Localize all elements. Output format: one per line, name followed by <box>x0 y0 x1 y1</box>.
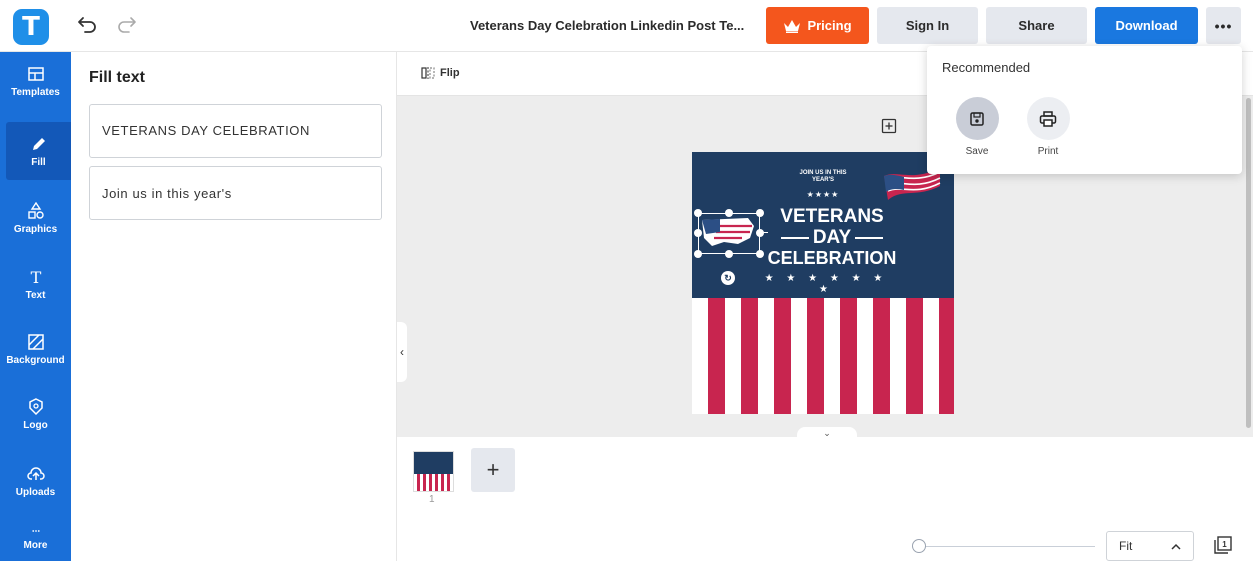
rail-label-graphics: Graphics <box>13 223 58 235</box>
chevron-down-icon: ⌄ <box>823 428 831 438</box>
panel-title: Fill text <box>89 69 146 86</box>
app-logo[interactable]: T <box>13 9 49 45</box>
resize-handle[interactable] <box>725 209 733 217</box>
design-day-word: DAY <box>812 227 852 248</box>
plus-icon: + <box>486 457 500 482</box>
rail-label-templates: Templates <box>11 86 60 98</box>
share-label: Share <box>1018 18 1055 33</box>
page-thumbnail[interactable] <box>413 451 454 492</box>
design-join-text: JOIN US IN THIS YEAR'S <box>799 170 847 183</box>
rotate-handle-icon[interactable]: ↻ <box>721 271 735 285</box>
save-label: Save <box>965 146 989 157</box>
download-button[interactable]: Download <box>1095 7 1198 44</box>
rail-item-uploads[interactable]: Uploads <box>0 452 71 510</box>
flip-button[interactable]: Flip <box>421 66 460 80</box>
zoom-slider-handle[interactable] <box>912 539 926 553</box>
print-icon-circle <box>1026 97 1070 140</box>
flip-label: Flip <box>440 67 460 79</box>
document-title[interactable]: Veterans Day Celebration Linkedin Post T… <box>470 18 744 33</box>
add-page-button[interactable]: + <box>471 448 515 492</box>
rail-item-text[interactable]: T Text <box>0 255 71 313</box>
design-canvas[interactable]: JOIN US IN THIS YEAR'S ★★★★ VETERANS DAY… <box>692 152 954 414</box>
background-icon <box>27 333 44 350</box>
chevron-left-icon: ‹ <box>400 345 404 359</box>
zoom-value: Fit <box>1119 539 1133 553</box>
fill-text-field-1[interactable]: VETERANS DAY CELEBRATION <box>89 104 382 158</box>
shapes-icon <box>27 201 44 219</box>
rail-label-logo: Logo <box>23 419 48 431</box>
rail-item-background[interactable]: Background <box>0 320 71 378</box>
pricing-label: Pricing <box>807 18 852 33</box>
canvas-scrollbar[interactable] <box>1246 98 1251 428</box>
redo-icon[interactable] <box>114 13 138 37</box>
rail-label-background: Background <box>6 354 65 366</box>
design-stripes <box>692 298 954 414</box>
undo-icon[interactable] <box>76 13 100 37</box>
resize-handle[interactable] <box>725 250 733 258</box>
left-rail: Templates Fill Graphics T Text Backgroun… <box>0 52 71 561</box>
design-stars-row: ★ ★ ★ ★ ★ ★ ★ <box>764 273 888 295</box>
sign-in-button[interactable]: Sign In <box>877 7 978 44</box>
rail-item-graphics[interactable]: Graphics <box>0 189 71 247</box>
resize-handle[interactable] <box>694 250 702 258</box>
download-label: Download <box>1115 18 1178 33</box>
rail-item-logo[interactable]: Logo <box>0 385 71 443</box>
resize-handle[interactable] <box>694 229 702 237</box>
thumbnail-navy <box>414 452 453 474</box>
design-title-line-2: DAY <box>752 228 912 248</box>
zoom-slider-track[interactable] <box>912 546 1095 547</box>
logo-icon <box>28 397 43 415</box>
logo-letter: T <box>22 12 40 42</box>
print-label: Print <box>1037 146 1059 157</box>
page-number: 1 <box>429 494 435 505</box>
print-button[interactable]: Print <box>1018 97 1078 157</box>
fill-text-field-2[interactable]: Join us in this year's <box>89 166 382 220</box>
rail-label-text: Text <box>25 289 46 301</box>
pages-icon[interactable]: 1 <box>1213 535 1233 555</box>
recommended-dropdown: Recommended Save Print <box>927 46 1242 174</box>
selection-box <box>698 213 760 254</box>
rail-label-more: More <box>23 540 48 551</box>
rail-item-templates[interactable]: Templates <box>0 52 71 110</box>
more-options-button[interactable]: ••• <box>1206 7 1241 44</box>
fill-text-panel: Fill text VETERANS DAY CELEBRATION Join … <box>71 52 397 561</box>
templates-icon <box>27 66 44 81</box>
save-icon-circle <box>955 97 999 140</box>
design-title-line-1: VETERANS <box>780 206 884 227</box>
thumbnail-stripes <box>414 474 453 491</box>
print-icon <box>1039 110 1057 127</box>
more-icon <box>31 530 40 532</box>
dropdown-title: Recommended <box>942 60 1031 75</box>
expand-pages-button[interactable]: ⌄ <box>797 427 857 439</box>
sign-in-label: Sign In <box>905 18 950 33</box>
resize-handle[interactable] <box>694 209 702 217</box>
save-icon <box>970 111 984 126</box>
rail-label-fill: Fill <box>31 156 46 168</box>
design-title-line-3: CELEBRATION <box>767 248 897 268</box>
svg-text:1: 1 <box>1222 540 1227 549</box>
rail-label-uploads: Uploads <box>15 486 56 498</box>
upload-icon <box>26 466 45 480</box>
svg-text:T: T <box>30 268 41 286</box>
chevron-up-icon <box>1171 543 1181 550</box>
text-icon: T <box>30 268 41 286</box>
crown-icon <box>784 19 801 33</box>
top-bar: T Veterans Day Celebration Linkedin Post… <box>0 0 1253 52</box>
more-dots-icon: ••• <box>1214 17 1233 34</box>
save-button[interactable]: Save <box>947 97 1007 157</box>
collapse-panel-button[interactable]: ‹ <box>397 322 407 382</box>
share-button[interactable]: Share <box>986 7 1087 44</box>
zoom-select[interactable]: Fit <box>1106 531 1194 561</box>
rail-item-fill[interactable]: Fill <box>6 122 71 180</box>
flip-icon <box>421 67 435 79</box>
rail-item-more[interactable]: More <box>0 516 71 561</box>
add-page-icon[interactable] <box>881 118 897 134</box>
pricing-button[interactable]: Pricing <box>766 7 869 44</box>
design-small-stars: ★★★★ <box>806 190 840 199</box>
pencil-icon <box>32 137 45 150</box>
